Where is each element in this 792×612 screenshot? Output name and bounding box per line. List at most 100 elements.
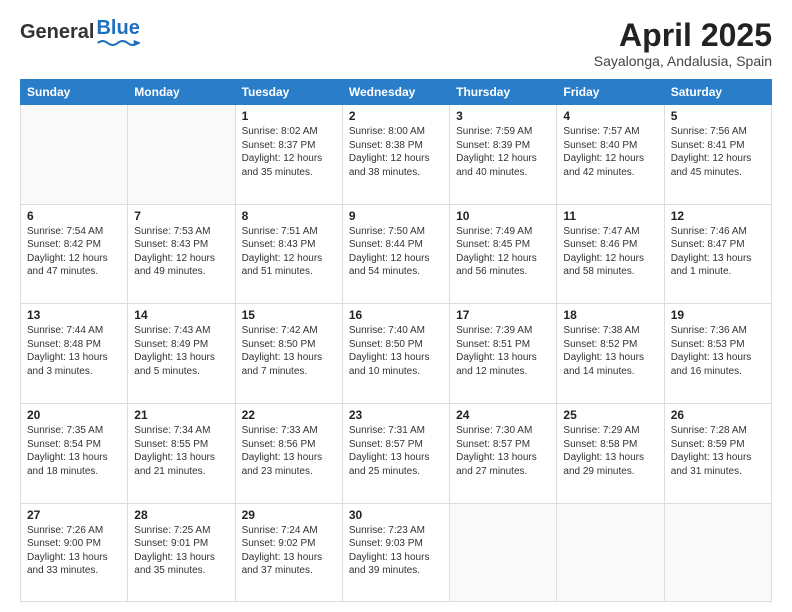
day-number: 4 (563, 109, 657, 123)
calendar-cell: 3 Sunrise: 7:59 AM Sunset: 8:39 PM Daylig… (450, 105, 557, 205)
cell-info: Sunrise: 7:40 AM Sunset: 8:50 PM Dayligh… (349, 324, 443, 378)
calendar-cell: 6 Sunrise: 7:54 AM Sunset: 8:42 PM Daylig… (21, 204, 128, 304)
day-number: 6 (27, 209, 121, 223)
calendar-cell: 7Sunrise: 7:53 AM Sunset: 8:43 PM Daylig… (128, 204, 235, 304)
header: General Blue April 2025 Sayalonga, Andal… (20, 18, 772, 69)
cell-info: Sunrise: 7:23 AM Sunset: 9:03 PM Dayligh… (349, 524, 443, 578)
calendar-cell: 12 Sunrise: 7:46 AM Sunset: 8:47 PM Dayli… (664, 204, 771, 304)
day-number: 10 (456, 209, 550, 223)
day-number: 30 (349, 508, 443, 522)
calendar-cell: 8 Sunrise: 7:51 AM Sunset: 8:43 PM Daylig… (235, 204, 342, 304)
calendar-cell: 30 Sunrise: 7:23 AM Sunset: 9:03 PM Dayli… (342, 503, 449, 601)
calendar-cell (128, 105, 235, 205)
calendar-cell: 1 Sunrise: 8:02 AM Sunset: 8:37 PM Daylig… (235, 105, 342, 205)
calendar-cell: 25 Sunrise: 7:29 AM Sunset: 8:58 PM Dayli… (557, 404, 664, 504)
cell-info: Sunrise: 7:39 AM Sunset: 8:51 PM Dayligh… (456, 324, 550, 378)
day-number: 14 (134, 308, 228, 322)
logo-blue-part: Blue (96, 18, 139, 47)
month-title: April 2025 (594, 18, 772, 53)
cell-info: Sunrise: 7:51 AM Sunset: 8:43 PM Dayligh… (242, 225, 336, 279)
cell-info: Sunrise: 8:00 AM Sunset: 8:38 PM Dayligh… (349, 125, 443, 179)
calendar-cell (557, 503, 664, 601)
calendar-cell: 20 Sunrise: 7:35 AM Sunset: 8:54 PM Dayli… (21, 404, 128, 504)
calendar-cell: 5 Sunrise: 7:56 AM Sunset: 8:41 PM Daylig… (664, 105, 771, 205)
calendar-cell: 17 Sunrise: 7:39 AM Sunset: 8:51 PM Dayli… (450, 304, 557, 404)
day-number: 13 (27, 308, 121, 322)
page: General Blue April 2025 Sayalonga, Andal… (0, 0, 792, 612)
cell-info: Sunrise: 7:38 AM Sunset: 8:52 PM Dayligh… (563, 324, 657, 378)
day-number: 25 (563, 408, 657, 422)
day-number: 27 (27, 508, 121, 522)
day-number: 17 (456, 308, 550, 322)
calendar-cell: 26 Sunrise: 7:28 AM Sunset: 8:59 PM Dayli… (664, 404, 771, 504)
calendar-table: SundayMondayTuesdayWednesdayThursdayFrid… (20, 79, 772, 602)
cell-info: Sunrise: 7:57 AM Sunset: 8:40 PM Dayligh… (563, 125, 657, 179)
cell-info: Sunrise: 7:59 AM Sunset: 8:39 PM Dayligh… (456, 125, 550, 179)
cell-info: Sunrise: 7:46 AM Sunset: 8:47 PM Dayligh… (671, 225, 765, 279)
cell-info: Sunrise: 8:02 AM Sunset: 8:37 PM Dayligh… (242, 125, 336, 179)
day-number: 3 (456, 109, 550, 123)
day-number: 26 (671, 408, 765, 422)
cell-info: Sunrise: 7:26 AM Sunset: 9:00 PM Dayligh… (27, 524, 121, 578)
day-number: 22 (242, 408, 336, 422)
cell-info: Sunrise: 7:43 AM Sunset: 8:49 PM Dayligh… (134, 324, 228, 378)
cell-info: Sunrise: 7:29 AM Sunset: 8:58 PM Dayligh… (563, 424, 657, 478)
weekday-header-sunday: Sunday (21, 80, 128, 105)
day-number: 21 (134, 408, 228, 422)
calendar-row-3: 20 Sunrise: 7:35 AM Sunset: 8:54 PM Dayli… (21, 404, 772, 504)
calendar-cell: 11 Sunrise: 7:47 AM Sunset: 8:46 PM Dayli… (557, 204, 664, 304)
cell-info: Sunrise: 7:54 AM Sunset: 8:42 PM Dayligh… (27, 225, 121, 279)
day-number: 5 (671, 109, 765, 123)
calendar-cell: 27 Sunrise: 7:26 AM Sunset: 9:00 PM Dayli… (21, 503, 128, 601)
cell-info: Sunrise: 7:34 AM Sunset: 8:55 PM Dayligh… (134, 424, 228, 478)
logo-general-text: General (20, 21, 94, 44)
day-number: 1 (242, 109, 336, 123)
calendar-row-2: 13Sunrise: 7:44 AM Sunset: 8:48 PM Dayli… (21, 304, 772, 404)
weekday-header-monday: Monday (128, 80, 235, 105)
cell-info: Sunrise: 7:47 AM Sunset: 8:46 PM Dayligh… (563, 225, 657, 279)
day-number: 18 (563, 308, 657, 322)
calendar-cell: 2Sunrise: 8:00 AM Sunset: 8:38 PM Daylig… (342, 105, 449, 205)
weekday-header-row: SundayMondayTuesdayWednesdayThursdayFrid… (21, 80, 772, 105)
calendar-cell: 18 Sunrise: 7:38 AM Sunset: 8:52 PM Dayli… (557, 304, 664, 404)
calendar-cell (21, 105, 128, 205)
cell-info: Sunrise: 7:56 AM Sunset: 8:41 PM Dayligh… (671, 125, 765, 179)
weekday-header-tuesday: Tuesday (235, 80, 342, 105)
weekday-header-friday: Friday (557, 80, 664, 105)
calendar-cell: 4 Sunrise: 7:57 AM Sunset: 8:40 PM Daylig… (557, 105, 664, 205)
cell-info: Sunrise: 7:36 AM Sunset: 8:53 PM Dayligh… (671, 324, 765, 378)
day-number: 20 (27, 408, 121, 422)
cell-info: Sunrise: 7:25 AM Sunset: 9:01 PM Dayligh… (134, 524, 228, 578)
cell-info: Sunrise: 7:28 AM Sunset: 8:59 PM Dayligh… (671, 424, 765, 478)
day-number: 8 (242, 209, 336, 223)
calendar-cell (450, 503, 557, 601)
day-number: 28 (134, 508, 228, 522)
cell-info: Sunrise: 7:24 AM Sunset: 9:02 PM Dayligh… (242, 524, 336, 578)
logo-wave-icon (96, 39, 139, 47)
calendar-cell: 19Sunrise: 7:36 AM Sunset: 8:53 PM Dayli… (664, 304, 771, 404)
day-number: 9 (349, 209, 443, 223)
cell-info: Sunrise: 7:42 AM Sunset: 8:50 PM Dayligh… (242, 324, 336, 378)
day-number: 11 (563, 209, 657, 223)
weekday-header-wednesday: Wednesday (342, 80, 449, 105)
calendar-cell: 13Sunrise: 7:44 AM Sunset: 8:48 PM Dayli… (21, 304, 128, 404)
weekday-header-thursday: Thursday (450, 80, 557, 105)
day-number: 7 (134, 209, 228, 223)
cell-info: Sunrise: 7:33 AM Sunset: 8:56 PM Dayligh… (242, 424, 336, 478)
calendar-row-0: 1 Sunrise: 8:02 AM Sunset: 8:37 PM Daylig… (21, 105, 772, 205)
calendar-cell: 9Sunrise: 7:50 AM Sunset: 8:44 PM Daylig… (342, 204, 449, 304)
calendar-cell: 24 Sunrise: 7:30 AM Sunset: 8:57 PM Dayli… (450, 404, 557, 504)
cell-info: Sunrise: 7:31 AM Sunset: 8:57 PM Dayligh… (349, 424, 443, 478)
calendar-cell: 21 Sunrise: 7:34 AM Sunset: 8:55 PM Dayli… (128, 404, 235, 504)
day-number: 29 (242, 508, 336, 522)
calendar-cell: 16Sunrise: 7:40 AM Sunset: 8:50 PM Dayli… (342, 304, 449, 404)
calendar-cell: 23Sunrise: 7:31 AM Sunset: 8:57 PM Dayli… (342, 404, 449, 504)
calendar-cell: 15Sunrise: 7:42 AM Sunset: 8:50 PM Dayli… (235, 304, 342, 404)
day-number: 12 (671, 209, 765, 223)
cell-info: Sunrise: 7:49 AM Sunset: 8:45 PM Dayligh… (456, 225, 550, 279)
cell-info: Sunrise: 7:30 AM Sunset: 8:57 PM Dayligh… (456, 424, 550, 478)
cell-info: Sunrise: 7:35 AM Sunset: 8:54 PM Dayligh… (27, 424, 121, 478)
weekday-header-saturday: Saturday (664, 80, 771, 105)
logo: General Blue (20, 18, 140, 47)
day-number: 24 (456, 408, 550, 422)
